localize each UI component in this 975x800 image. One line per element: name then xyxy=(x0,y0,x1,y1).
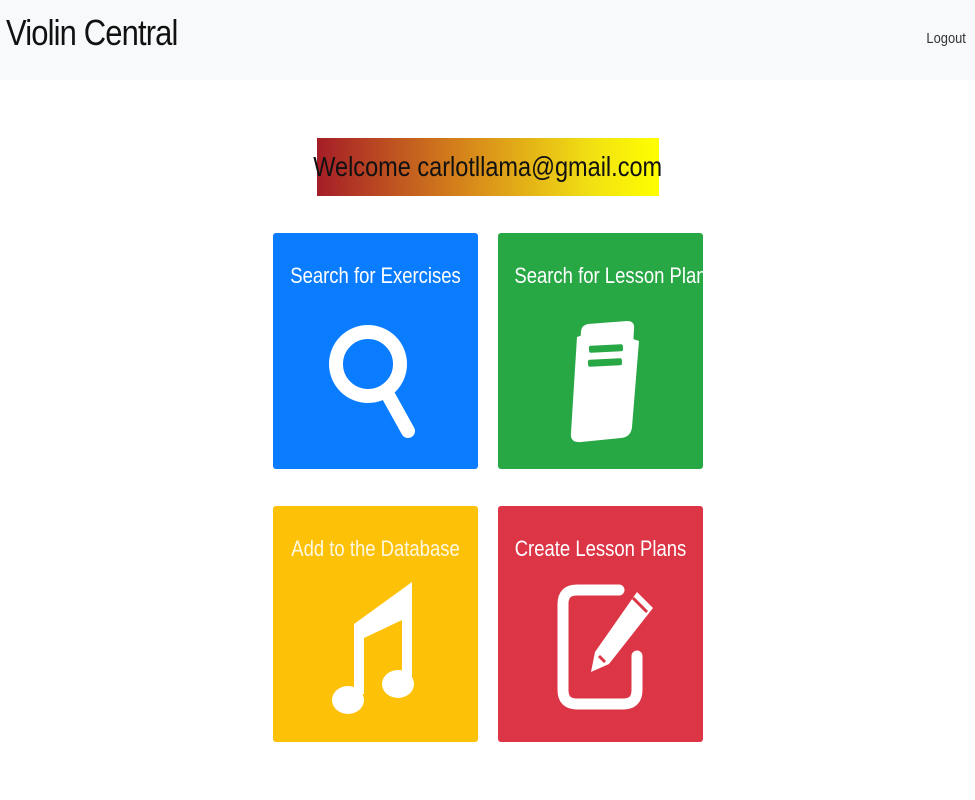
logout-link[interactable]: Logout xyxy=(927,30,966,47)
welcome-text: Welcome carlotllama@gmail.com xyxy=(313,151,663,182)
create-lesson-plans-tile[interactable]: Create Lesson Plans xyxy=(498,506,703,742)
navbar: Violin Central Logout xyxy=(0,0,975,80)
add-to-database-tile[interactable]: Add to the Database xyxy=(273,506,478,742)
search-exercises-tile[interactable]: Search for Exercises xyxy=(273,233,478,469)
tile-title: Search for Exercises xyxy=(290,263,461,288)
book-icon xyxy=(498,309,703,454)
welcome-banner: Welcome carlotllama@gmail.com xyxy=(314,138,662,196)
search-lesson-plans-tile[interactable]: Search for Lesson Plans xyxy=(498,233,716,469)
brand-link[interactable]: Violin Central xyxy=(6,12,178,54)
music-note-icon xyxy=(273,582,478,727)
tile-title: Search for Lesson Plans xyxy=(514,263,716,288)
tile-title: Add to the Database xyxy=(291,536,460,561)
tile-title: Create Lesson Plans xyxy=(514,536,687,561)
edit-icon xyxy=(498,582,703,727)
search-icon xyxy=(273,309,478,454)
